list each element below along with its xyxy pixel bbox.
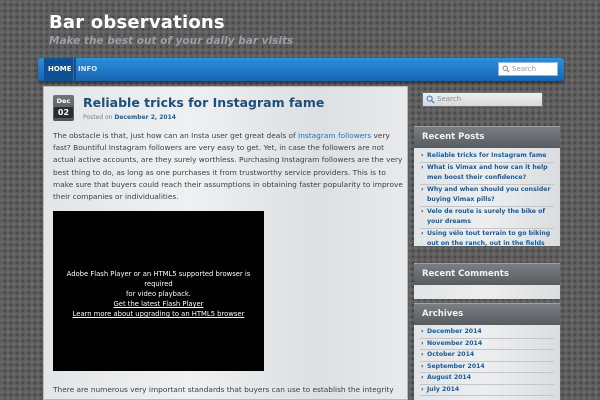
video-message: Adobe Flash Player or an HTML5 supported…	[66, 270, 251, 288]
main-navigation: HOME INFO Search	[38, 58, 564, 81]
archive-link[interactable]: November 2014	[427, 340, 482, 347]
posted-on-label: Posted on	[83, 114, 113, 121]
flash-player-link[interactable]: Get the latest Flash Player	[53, 299, 264, 309]
recent-posts-list: › Reliable tricks for Instagram fame › Wha…	[414, 148, 560, 247]
bullet-icon: ›	[421, 362, 424, 370]
recent-post-item[interactable]: › Using vélo tout terrain to go biking ou…	[420, 229, 554, 250]
archive-item[interactable]: › October 2014	[420, 350, 554, 362]
bullet-icon: ›	[421, 351, 424, 358]
archives-list: › December 2014 › November 2014 › October 2…	[414, 325, 560, 400]
paragraph-text: The obstacle is that, just how can an In…	[53, 131, 299, 140]
nav-item-home[interactable]: HOME	[44, 58, 76, 81]
post-title[interactable]: Reliable tricks for Instagram fame	[83, 95, 324, 110]
sidebar-search-placeholder: Search	[437, 95, 462, 103]
bullet-icon: ›	[421, 152, 424, 159]
recent-post-link[interactable]: Velo de route is surely the bike of your…	[427, 208, 545, 226]
post-date-link[interactable]: December 2, 2014	[114, 114, 176, 121]
nav-search-input[interactable]: Search	[498, 62, 558, 76]
archive-link[interactable]: September 2014	[427, 363, 485, 370]
sidebar-search-input[interactable]: Search	[422, 92, 543, 107]
site-description: Make the best out of your daily bar visi…	[49, 35, 294, 47]
recent-post-link[interactable]: Reliable tricks for Instagram fame	[427, 152, 546, 159]
archive-link[interactable]: August 2014	[427, 374, 471, 381]
bullet-icon: ›	[421, 163, 424, 171]
post-meta: Posted on December 2, 2014	[83, 114, 176, 121]
paragraph-text: very fast? Bountiful Instagram followers…	[53, 131, 403, 202]
bullet-icon: ›	[421, 385, 424, 393]
bullet-icon: ›	[421, 339, 424, 347]
recent-post-link[interactable]: Using vélo tout terrain to go biking out…	[427, 230, 550, 248]
bullet-icon: ›	[421, 374, 424, 381]
post-paragraph: There are numerous very important standa…	[53, 385, 394, 394]
html5-browser-link[interactable]: Learn more about upgrading to an HTML5 b…	[53, 309, 264, 319]
search-icon	[502, 65, 510, 73]
archive-item[interactable]: › July 2014	[420, 385, 554, 396]
site-title[interactable]: Bar observations	[49, 12, 225, 33]
recent-post-item[interactable]: › Reliable tricks for Instagram fame	[420, 151, 554, 163]
search-icon	[426, 95, 435, 104]
bullet-icon: ›	[421, 328, 424, 335]
video-player[interactable]: Adobe Flash Player or an HTML5 supported…	[53, 211, 264, 371]
archives-title: Archives	[414, 303, 560, 325]
post-paragraph: The obstacle is that, just how can an In…	[53, 130, 403, 203]
archive-link[interactable]: July 2014	[427, 386, 459, 393]
nav-search-placeholder: Search	[512, 65, 537, 73]
post-article: Dec 02 Reliable tricks for Instagram fam…	[43, 86, 408, 400]
archive-item[interactable]: › December 2014	[420, 327, 554, 339]
date-badge: Dec 02	[53, 95, 74, 121]
instagram-followers-link[interactable]: Instagram followers	[298, 131, 371, 140]
archive-item[interactable]: › September 2014	[420, 362, 554, 373]
bullet-icon: ›	[421, 229, 424, 237]
bullet-icon: ›	[421, 207, 424, 215]
archive-item[interactable]: › November 2014	[420, 339, 554, 350]
recent-post-item[interactable]: › What is Vimax and how can it help men b…	[420, 163, 554, 185]
video-message: for video playback.	[126, 290, 191, 298]
recent-post-item[interactable]: › Why and when should you consider buying…	[420, 185, 554, 207]
bullet-icon: ›	[421, 185, 424, 193]
recent-comments-list	[414, 285, 560, 299]
sidebar: Search Recent Posts › Reliable tricks for…	[414, 86, 560, 400]
date-month: Dec	[56, 97, 71, 105]
recent-post-link[interactable]: What is Vimax and how can it help men bo…	[427, 164, 548, 182]
archive-item[interactable]: › August 2014	[420, 373, 554, 385]
archive-link[interactable]: October 2014	[427, 351, 474, 358]
recent-comments-title: Recent Comments	[414, 263, 560, 285]
nav-item-info[interactable]: INFO	[73, 58, 101, 81]
recent-post-link[interactable]: Why and when should you consider buying …	[427, 186, 551, 204]
date-day: 02	[54, 107, 73, 118]
archive-link[interactable]: December 2014	[427, 328, 482, 335]
recent-posts-title: Recent Posts	[414, 126, 560, 148]
recent-post-item[interactable]: › Velo de route is surely the bike of you…	[420, 207, 554, 229]
